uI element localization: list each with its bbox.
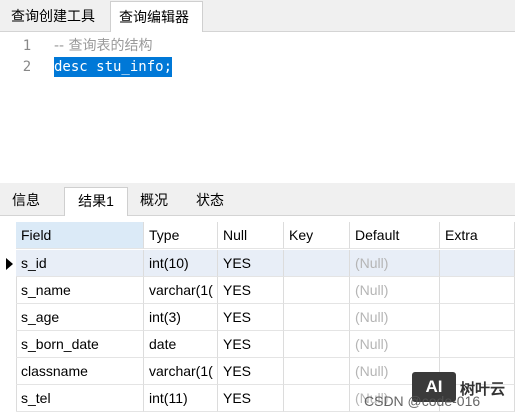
cell-null[interactable]: YES (218, 331, 284, 358)
column-header-field[interactable]: Field (16, 222, 144, 249)
cell-type[interactable]: date (144, 331, 218, 358)
cell-type[interactable]: int(11) (144, 385, 218, 412)
cell-type[interactable]: int(3) (144, 304, 218, 331)
column-header-null[interactable]: Null (218, 222, 284, 249)
cell-type[interactable]: varchar(1( (144, 358, 218, 385)
tab-profile[interactable]: 概况 (129, 187, 179, 214)
row-gutter (0, 331, 17, 358)
tab-query-builder[interactable]: 查询创建工具 (3, 1, 107, 31)
cell-null[interactable]: YES (218, 250, 284, 277)
tab-result1[interactable]: 结果1 (64, 187, 128, 216)
table-row[interactable]: s_id int(10) YES (Null) (0, 250, 515, 277)
cell-field[interactable]: s_tel (16, 385, 144, 412)
sql-editor[interactable]: 1 -- 查询表的结构 2 desc stu_info; (0, 32, 515, 182)
column-header-type[interactable]: Type (144, 222, 218, 249)
row-gutter (0, 358, 17, 385)
current-row-arrow-icon (6, 258, 13, 270)
row-gutter (0, 277, 17, 304)
table-row[interactable]: s_age int(3) YES (Null) (0, 304, 515, 331)
cell-field[interactable]: s_age (16, 304, 144, 331)
cell-default[interactable]: (Null) (350, 304, 440, 331)
column-header-default[interactable]: Default (350, 222, 440, 249)
top-tab-bar: 查询创建工具 查询编辑器 (0, 0, 515, 32)
table-row[interactable]: s_name varchar(1( YES (Null) (0, 277, 515, 304)
result-tab-bar: 信息 结果1 概况 状态 (0, 183, 515, 216)
grid-header-row: Field Type Null Key Default Extra (0, 222, 515, 249)
cell-null[interactable]: YES (218, 304, 284, 331)
cell-field[interactable]: s_id (16, 250, 144, 277)
row-gutter (0, 222, 17, 249)
cell-null[interactable]: YES (218, 277, 284, 304)
code-comment: -- 查询表的结构 (54, 38, 153, 54)
cell-key[interactable] (284, 250, 350, 277)
cell-extra[interactable] (440, 331, 515, 358)
column-header-extra[interactable]: Extra (440, 222, 515, 249)
cell-extra[interactable] (440, 250, 515, 277)
row-gutter (0, 250, 17, 277)
line-number: 2 (22, 59, 32, 75)
table-row[interactable]: s_born_date date YES (Null) (0, 331, 515, 358)
column-header-key[interactable]: Key (284, 222, 350, 249)
cell-extra[interactable] (440, 304, 515, 331)
tab-query-editor[interactable]: 查询编辑器 (110, 1, 203, 32)
line-number: 1 (22, 38, 32, 54)
cell-null[interactable]: YES (218, 385, 284, 412)
cell-type[interactable]: int(10) (144, 250, 218, 277)
cell-null[interactable]: YES (218, 358, 284, 385)
row-gutter (0, 304, 17, 331)
cell-field[interactable]: s_name (16, 277, 144, 304)
cell-field[interactable]: s_born_date (16, 331, 144, 358)
cell-key[interactable] (284, 385, 350, 412)
cell-default[interactable]: (Null) (350, 250, 440, 277)
cell-type[interactable]: varchar(1( (144, 277, 218, 304)
cell-key[interactable] (284, 358, 350, 385)
cell-default[interactable]: (Null) (350, 277, 440, 304)
tab-info[interactable]: 信息 (6, 187, 46, 214)
cell-key[interactable] (284, 304, 350, 331)
cell-extra[interactable] (440, 277, 515, 304)
cell-default[interactable]: (Null) (350, 331, 440, 358)
cell-key[interactable] (284, 331, 350, 358)
tab-status[interactable]: 状态 (188, 187, 232, 214)
watermark-text: CSDN @code-016 (364, 393, 481, 409)
cell-key[interactable] (284, 277, 350, 304)
selected-code[interactable]: desc stu_info; (54, 57, 173, 77)
row-gutter (0, 385, 17, 412)
cell-field[interactable]: classname (16, 358, 144, 385)
